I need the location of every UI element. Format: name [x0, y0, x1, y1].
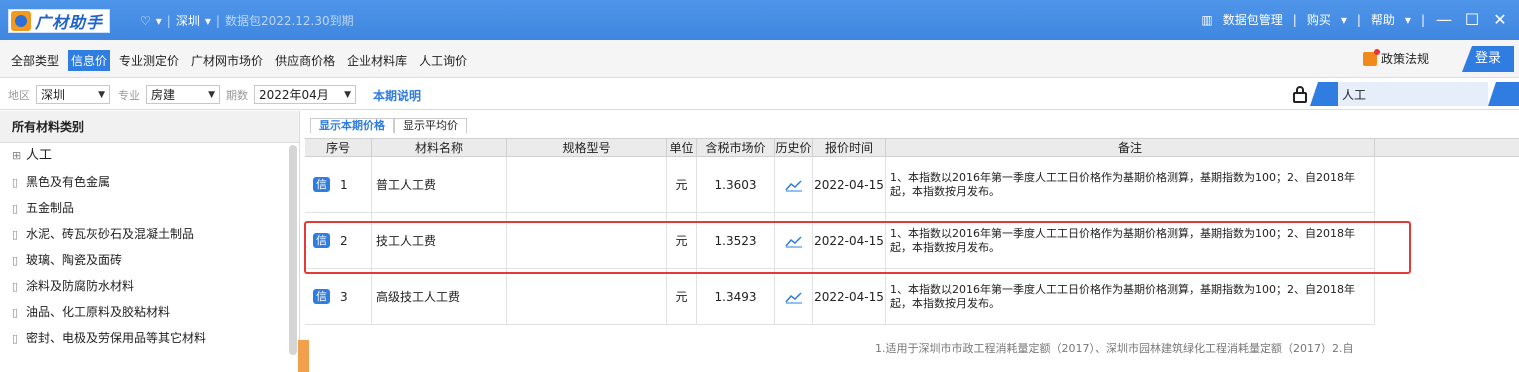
- material-category-sidebar: 所有材料类别 ⊞ 人工 ▯ 黑色及有色金属 ▯ 五金制品 ▯ 水泥、砖瓦灰砂石及混凝土制…: [0, 111, 300, 372]
- unlock-icon[interactable]: [1310, 82, 1338, 106]
- title-meta: ♡ ▾ | 深圳 ▾ | 数据包2022.12.30到期: [140, 12, 354, 29]
- search-input[interactable]: 人工: [1338, 82, 1488, 106]
- major-label: 专业: [118, 88, 140, 102]
- policy-link[interactable]: 政策法规: [1363, 48, 1430, 67]
- sidebar-item[interactable]: ▯ 五金制品: [0, 195, 299, 221]
- col-note[interactable]: 备注: [886, 139, 1375, 156]
- category-all[interactable]: 全部类型: [8, 50, 62, 71]
- sidebar-item-labor[interactable]: ⊞ 人工: [0, 143, 299, 169]
- category-enterprise[interactable]: 企业材料库: [344, 50, 410, 71]
- table-header-extension: [1375, 138, 1519, 157]
- period-description-link[interactable]: 本期说明: [373, 87, 421, 104]
- col-unit[interactable]: 单位: [667, 139, 697, 156]
- heart-icon[interactable]: ♡: [140, 14, 151, 28]
- lock-icon[interactable]: [1292, 85, 1308, 103]
- title-bar: 广材助手 ♡ ▾ | 深圳 ▾ | 数据包2022.12.30到期 ▥ 数据包管…: [0, 0, 1519, 40]
- sidebar-item[interactable]: ▯ 玻璃、陶瓷及面砖: [0, 247, 299, 273]
- app-logo[interactable]: 广材助手: [8, 9, 111, 33]
- region-label: 地区: [8, 88, 30, 102]
- region-select[interactable]: 深圳 ▼: [36, 85, 110, 104]
- help-menu[interactable]: 帮助: [1371, 11, 1395, 28]
- maximize-icon[interactable]: ☐: [1463, 10, 1481, 29]
- chevron-down-icon: ▼: [208, 89, 215, 100]
- sidebar-item[interactable]: ▯ 黑色及有色金属: [0, 169, 299, 195]
- document-icon: ▯: [12, 202, 19, 215]
- app-name: 广材助手: [35, 13, 104, 32]
- col-history[interactable]: 历史价: [775, 139, 813, 156]
- document-icon: ▯: [12, 228, 19, 241]
- expand-icon[interactable]: ⊞: [12, 143, 26, 169]
- search-icon[interactable]: [1488, 82, 1519, 106]
- category-supplier[interactable]: 供应商价格: [272, 50, 338, 71]
- sidebar-item[interactable]: ▯ 密封、电极及劳保用品等其它材料: [0, 325, 299, 351]
- category-professional[interactable]: 专业测定价: [116, 50, 182, 71]
- document-icon: ▯: [12, 254, 19, 267]
- table-row[interactable]: 信1 普工人工费 元 1.3603 2022-04-15 1、本指数以2016年…: [305, 157, 1375, 213]
- history-chart-icon[interactable]: [784, 290, 803, 304]
- close-icon[interactable]: ✕: [1491, 10, 1509, 29]
- region-filter: 地区 深圳 ▼: [8, 85, 110, 104]
- period-filter: 期数 2022年04月 ▼: [226, 85, 356, 104]
- category-info-price[interactable]: 信息价: [68, 50, 111, 71]
- history-chart-icon[interactable]: [784, 178, 803, 192]
- filter-bar: 地区 深圳 ▼ 专业 房建 ▼ 期数 2022年04月 ▼ 本期说明 人工: [0, 79, 1519, 110]
- period-label: 期数: [226, 88, 248, 102]
- info-badge: 信: [313, 289, 330, 304]
- price-tabs: 显示本期价格 显示平均价: [310, 118, 467, 133]
- selection-highlight: [304, 221, 1411, 274]
- title-actions: ▥ 数据包管理 | 购买 ▾ | 帮助 ▾ | — ☐ ✕: [1201, 10, 1509, 29]
- sidebar-scrollbar[interactable]: [289, 145, 297, 355]
- chevron-down-icon: ▾: [1340, 12, 1347, 27]
- resize-handle[interactable]: [298, 340, 309, 372]
- col-no[interactable]: 序号: [305, 139, 372, 156]
- logo-icon: [11, 11, 31, 31]
- col-date[interactable]: 报价时间: [813, 139, 886, 156]
- buy-menu[interactable]: 购买: [1307, 11, 1331, 28]
- category-labor[interactable]: 人工询价: [416, 50, 470, 71]
- dropdown-caret-icon[interactable]: ▾: [156, 14, 162, 28]
- sidebar-header: 所有材料类别: [0, 111, 299, 143]
- info-badge: 信: [313, 177, 330, 192]
- data-package-button[interactable]: 数据包管理: [1223, 11, 1283, 28]
- col-price[interactable]: 含税市场价: [697, 139, 775, 156]
- major-select[interactable]: 房建 ▼: [146, 85, 220, 104]
- partial-row-note: 1.适用于深圳市市政工程消耗量定额（2017）、深圳市园林建筑绿化工程消耗量定额…: [875, 342, 1354, 355]
- app-window: 广材助手 ♡ ▾ | 深圳 ▾ | 数据包2022.12.30到期 ▥ 数据包管…: [0, 0, 1519, 372]
- chevron-down-icon: ▼: [344, 89, 351, 100]
- data-package-icon: ▥: [1201, 12, 1213, 27]
- minimize-icon[interactable]: —: [1435, 10, 1453, 29]
- col-name[interactable]: 材料名称: [372, 139, 507, 156]
- document-icon: ▯: [12, 332, 19, 345]
- col-spec[interactable]: 规格型号: [507, 139, 667, 156]
- chevron-down-icon: ▾: [1404, 12, 1411, 27]
- table-row[interactable]: 信3 高级技工人工费 元 1.3493 2022-04-15 1、本指数以201…: [305, 269, 1375, 325]
- document-icon: ▯: [12, 280, 19, 293]
- tab-current-price[interactable]: 显示本期价格: [310, 118, 394, 133]
- document-icon: ▯: [12, 176, 19, 189]
- policy-label: 政策法规: [1381, 52, 1430, 66]
- chevron-down-icon[interactable]: ▾: [205, 14, 211, 28]
- package-expiry: 数据包2022.12.30到期: [224, 14, 354, 28]
- sidebar-item[interactable]: ▯ 水泥、砖瓦灰砂石及混凝土制品: [0, 221, 299, 247]
- policy-icon: [1363, 48, 1380, 66]
- chevron-down-icon: ▼: [98, 89, 105, 100]
- login-button[interactable]: 登录: [1462, 46, 1514, 72]
- table-header: 序号 材料名称 规格型号 单位 含税市场价 历史价 报价时间 备注: [305, 138, 1375, 157]
- major-filter: 专业 房建 ▼: [118, 85, 220, 104]
- tab-average-price[interactable]: 显示平均价: [394, 118, 467, 133]
- category-bar: 全部类型 信息价 专业测定价 广材网市场价 供应商价格 企业材料库 人工询价 政…: [0, 40, 1519, 78]
- category-tabs: 全部类型 信息价 专业测定价 广材网市场价 供应商价格 企业材料库 人工询价: [8, 50, 470, 71]
- sidebar-item[interactable]: ▯ 涂料及防腐防水材料: [0, 273, 299, 299]
- sidebar-item[interactable]: ▯ 油品、化工原料及胶粘材料: [0, 299, 299, 325]
- period-select[interactable]: 2022年04月 ▼: [254, 85, 356, 104]
- category-market[interactable]: 广材网市场价: [188, 50, 266, 71]
- region-selector[interactable]: 深圳: [176, 12, 200, 29]
- document-icon: ▯: [12, 306, 19, 319]
